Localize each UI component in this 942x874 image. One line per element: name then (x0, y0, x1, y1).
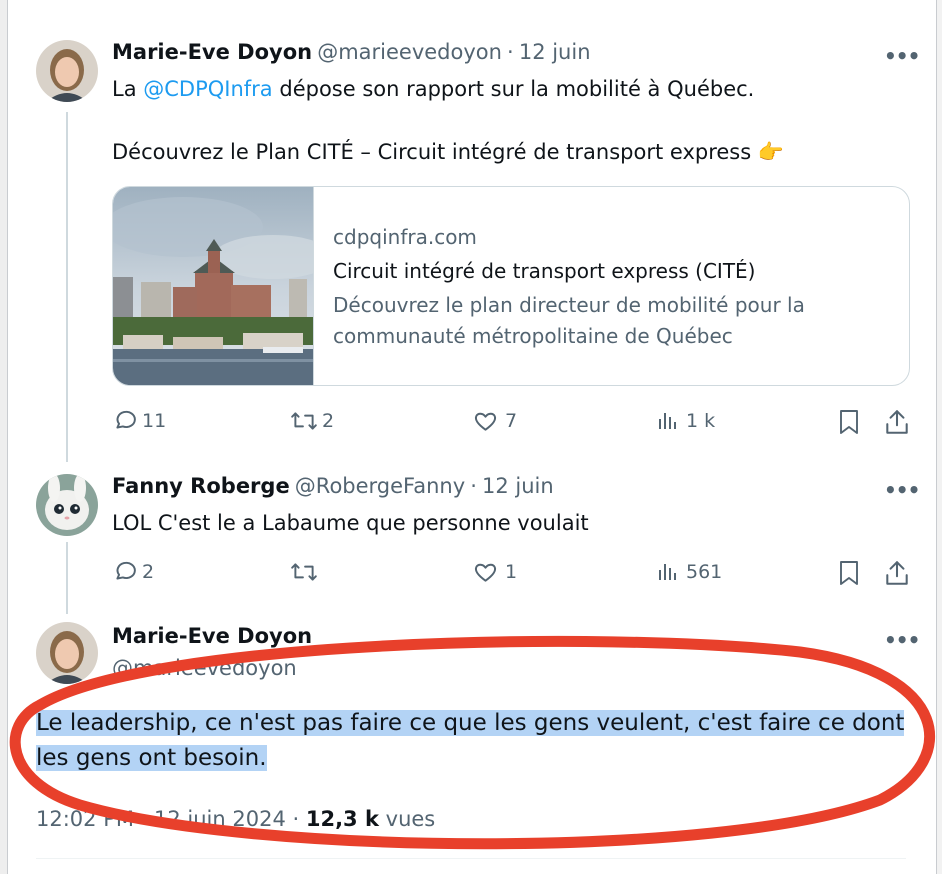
tweet-text-prefix: La (112, 77, 144, 101)
repost-count: 2 (322, 410, 335, 432)
tweet-date[interactable]: 12 juin (519, 40, 591, 64)
reply-icon (116, 410, 136, 429)
tweet-header: Marie-Eve Doyon @marieevedoyon · 12 juin (112, 40, 591, 64)
author-name[interactable]: Marie-Eve Doyon (112, 40, 312, 64)
tweet-metadata: 12:02 PM · 12 juin 2024 · 12,3 k vues (36, 807, 436, 831)
views-icon (659, 564, 676, 580)
like-count: 7 (505, 410, 518, 432)
bookmark-icon (840, 561, 858, 585)
like-button[interactable]: 7 (472, 408, 517, 434)
card-description-line: communauté métropolitaine de Québec (333, 324, 733, 348)
window-left-edge (0, 0, 8, 874)
like-button[interactable]: 1 (472, 559, 517, 585)
tweet-text[interactable]: Le leadership, ce n'est pas faire ce que… (36, 706, 905, 776)
tweet-text-suffix: dépose son rapport sur la mobilité à Qué… (272, 77, 755, 101)
card-image (113, 187, 333, 385)
reply-button[interactable]: 2 (112, 559, 154, 585)
card-description: Découvrez le plan directeur de mobilité … (333, 290, 893, 352)
share-icon (886, 410, 908, 434)
repost-button[interactable] (290, 559, 322, 585)
bookmark-icon (840, 410, 858, 434)
link-card[interactable]: cdpqinfra.com Circuit intégré de transpo… (112, 186, 910, 386)
more-icon[interactable]: ••• (884, 628, 920, 652)
tweet-text-line2: Découvrez le Plan CITÉ – Circuit intégré… (112, 137, 784, 167)
reply-icon (116, 561, 136, 580)
separator-dot: · (507, 40, 514, 64)
separator-dot: · (470, 474, 477, 498)
author-name[interactable]: Fanny Roberge (112, 474, 290, 498)
like-icon (474, 563, 497, 582)
like-icon (474, 412, 497, 431)
author-handle[interactable]: @marieevedoyon (317, 40, 502, 64)
pointing-hand-emoji: 👉 (757, 140, 785, 164)
views-label: vues (385, 807, 436, 831)
share-button[interactable] (884, 559, 910, 587)
tweet-date[interactable]: 12 juin (482, 474, 554, 498)
reply-count: 2 (142, 561, 155, 583)
mention-link[interactable]: @CDPQInfra (143, 77, 272, 101)
divider (36, 858, 906, 859)
repost-button[interactable]: 2 (290, 408, 334, 434)
card-domain: cdpqinfra.com (333, 225, 477, 249)
tweet-text: LOL C'est le a Labaume que personne voul… (112, 511, 589, 535)
avatar[interactable] (36, 474, 98, 536)
selected-text: Le leadership, ce n'est pas faire ce que… (36, 710, 905, 736)
thread-line (66, 542, 68, 614)
window-right-edge (936, 0, 942, 874)
card-title: Circuit intégré de transport express (CI… (333, 259, 756, 283)
views-icon (659, 413, 676, 429)
more-icon[interactable]: ••• (884, 478, 920, 502)
more-icon[interactable]: ••• (884, 44, 920, 68)
selected-text: les gens ont besoin. (36, 745, 267, 771)
share-button[interactable] (884, 408, 910, 436)
views-count: 1 k (686, 410, 716, 432)
tweet-header: Fanny Roberge @RobergeFanny · 12 juin (112, 474, 554, 498)
thread-line (66, 112, 68, 462)
bookmark-button[interactable] (837, 408, 861, 436)
tweet-timestamp[interactable]: 12:02 PM · 12 juin 2024 (36, 807, 286, 831)
author-handle[interactable]: @RobergeFanny (295, 474, 465, 498)
like-count: 1 (505, 561, 518, 583)
views-count: 561 (686, 561, 723, 583)
views-button[interactable]: 1 k (656, 408, 715, 434)
avatar[interactable] (36, 622, 98, 684)
reply-button[interactable]: 11 (112, 408, 166, 434)
share-icon (886, 561, 908, 585)
view-count: 12,3 k (305, 807, 379, 831)
tweet-text-line: Découvrez le Plan CITÉ – Circuit intégré… (112, 140, 758, 164)
repost-icon (291, 563, 317, 581)
tweet-text: La @CDPQInfra dépose son rapport sur la … (112, 74, 754, 104)
author-handle[interactable]: @marieevedoyon (112, 656, 297, 680)
repost-icon (291, 412, 317, 430)
reply-count: 11 (142, 410, 167, 432)
author-name[interactable]: Marie-Eve Doyon (112, 624, 312, 648)
card-description-line: Découvrez le plan directeur de mobilité … (333, 293, 805, 317)
avatar[interactable] (36, 40, 98, 102)
views-button[interactable]: 561 (656, 559, 722, 585)
bookmark-button[interactable] (837, 559, 861, 587)
